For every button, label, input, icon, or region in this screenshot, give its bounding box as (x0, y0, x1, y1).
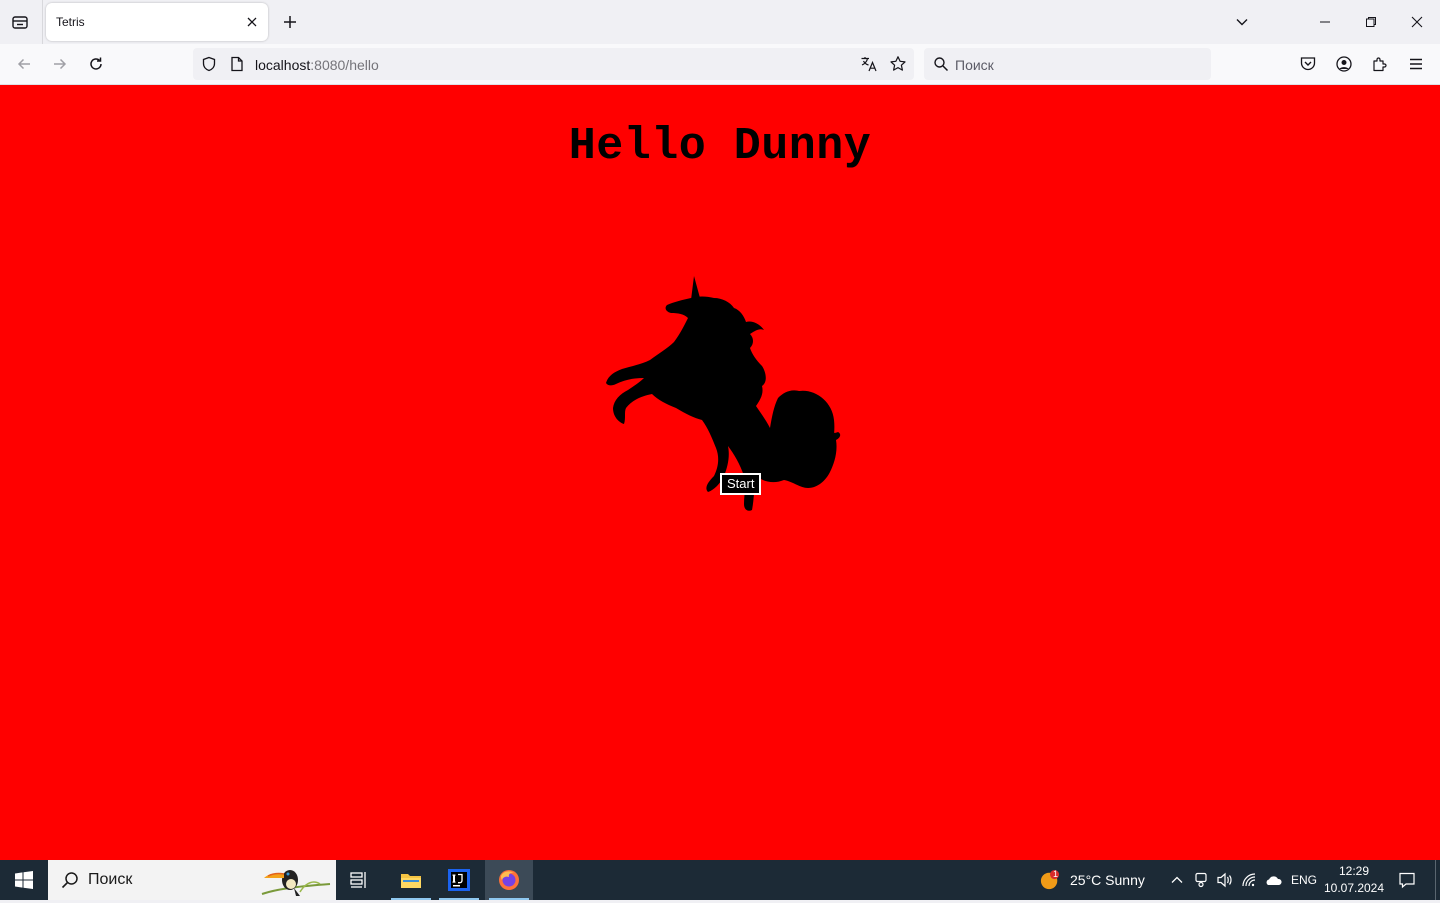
windows-start-icon[interactable] (0, 860, 48, 900)
language-indicator[interactable]: ENG (1291, 873, 1317, 887)
close-window-icon[interactable] (1394, 0, 1440, 44)
tab-divider (42, 0, 43, 44)
tab-strip: Tetris (0, 0, 1440, 44)
pocket-icon[interactable] (1294, 50, 1322, 78)
taskbar-search-box[interactable]: Поиск (48, 860, 336, 900)
unicorn-image (606, 276, 841, 511)
tab-list-icon[interactable] (6, 8, 34, 36)
clock[interactable]: 12:29 10.07.2024 (1322, 863, 1386, 897)
extensions-icon[interactable] (1366, 50, 1394, 78)
search-icon (60, 870, 80, 895)
show-desktop-divider[interactable] (1435, 860, 1436, 900)
meet-now-icon[interactable] (1191, 870, 1211, 890)
taskbar: Поиск 1 25°C Sunny ENG 12:29 10.07.2024 (0, 860, 1440, 900)
url-host: localhost (255, 57, 311, 73)
bookmark-star-icon[interactable] (888, 54, 908, 74)
weather-text[interactable]: 25°C Sunny (1070, 872, 1145, 888)
menu-icon[interactable] (1402, 50, 1430, 78)
new-tab-icon[interactable] (278, 9, 302, 35)
page-icon[interactable] (227, 54, 247, 74)
url-path: :8080/hello (310, 57, 379, 73)
address-bar[interactable]: localhost:8080/hello (193, 48, 914, 80)
url-text[interactable]: localhost:8080/hello (255, 57, 379, 73)
page-title: Hello Dunny (568, 121, 872, 172)
search-icon (931, 54, 951, 74)
search-bar[interactable]: Поиск (924, 48, 1211, 80)
volume-icon[interactable] (1215, 870, 1235, 890)
clock-date: 10.07.2024 (1323, 881, 1385, 895)
translate-icon[interactable] (859, 54, 879, 74)
task-view-icon[interactable] (336, 860, 384, 900)
tab-tetris[interactable]: Tetris (46, 3, 268, 41)
firefox-icon[interactable] (485, 860, 533, 900)
weather-badge: 1 (1053, 869, 1059, 879)
reload-icon[interactable] (82, 50, 110, 78)
back-arrow-icon[interactable] (10, 50, 38, 78)
shield-icon[interactable] (199, 54, 219, 74)
network-wifi-icon[interactable] (1240, 870, 1260, 890)
close-tab-icon[interactable] (242, 12, 262, 32)
toucan-bird-icon (260, 862, 332, 903)
intellij-idea-icon[interactable] (435, 860, 483, 900)
chevron-up-icon[interactable] (1167, 870, 1187, 890)
onedrive-cloud-icon[interactable] (1263, 870, 1283, 890)
minimize-icon[interactable] (1302, 0, 1348, 44)
chevron-down-icon[interactable] (1228, 8, 1256, 36)
file-explorer-icon[interactable] (387, 860, 435, 900)
search-placeholder: Поиск (955, 57, 994, 73)
forward-arrow-icon[interactable] (46, 50, 74, 78)
clock-time: 12:29 (1338, 864, 1370, 878)
navigation-toolbar: localhost:8080/hello Поиск (0, 44, 1440, 85)
taskbar-search-placeholder: Поиск (88, 871, 133, 888)
start-button[interactable]: Start (720, 473, 762, 495)
page-content: Hello Dunny Start (0, 85, 1440, 860)
account-icon[interactable] (1330, 50, 1358, 78)
tab-title: Tetris (56, 15, 85, 29)
restore-icon[interactable] (1348, 0, 1394, 44)
notifications-icon[interactable] (1397, 870, 1417, 890)
